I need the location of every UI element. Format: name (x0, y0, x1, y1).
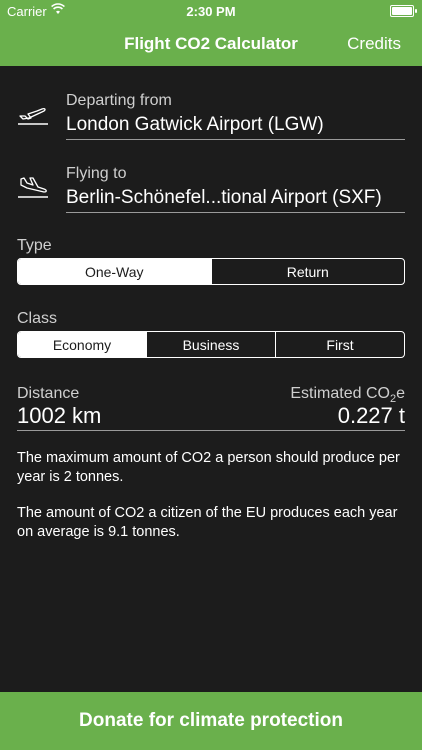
arrival-input[interactable]: Berlin-Schönefel...tional Airport (SXF) (66, 187, 405, 213)
plane-landing-icon (18, 177, 48, 198)
departure-input[interactable]: London Gatwick Airport (LGW) (66, 114, 405, 140)
type-option-one-way[interactable]: One-Way (18, 259, 211, 284)
plane-takeoff-icon (18, 108, 48, 125)
emissions-label-suffix: e (396, 385, 405, 402)
donate-button[interactable]: Donate for climate protection (0, 692, 422, 750)
class-option-economy[interactable]: Economy (18, 332, 146, 357)
credits-button[interactable]: Credits (347, 34, 401, 54)
type-label: Type (17, 237, 52, 254)
emissions-value: 0.227 t (337, 403, 405, 428)
type-option-return[interactable]: Return (210, 259, 405, 284)
departure-field[interactable]: Departing from London Gatwick Airport (L… (17, 92, 405, 140)
navigation-bar: Carrier 2:30 PM Flight CO2 Calculator Cr… (0, 0, 422, 66)
departure-label: Departing from (66, 92, 172, 109)
class-label: Class (17, 310, 58, 327)
class-segmented-control: Economy Business First (17, 331, 405, 358)
class-option-business[interactable]: Business (146, 332, 275, 357)
info-max-co2: The maximum amount of CO2 a person shoul… (17, 450, 400, 485)
distance-value: 1002 km (17, 403, 102, 428)
distance-label: Distance (17, 385, 80, 402)
status-bar: Carrier 2:30 PM (0, 0, 422, 22)
clock: 2:30 PM (186, 4, 236, 19)
type-segmented-control: One-Way Return (17, 258, 405, 285)
class-option-first[interactable]: First (275, 332, 404, 357)
arrival-field[interactable]: Flying to Berlin-Schönefel...tional Airp… (17, 165, 405, 213)
arrival-label: Flying to (66, 165, 127, 182)
info-eu-average: The amount of CO2 a citizen of the EU pr… (17, 505, 398, 540)
emissions-label-prefix: Estimated CO (290, 385, 390, 402)
metrics-divider (17, 430, 405, 431)
battery-fill (392, 7, 412, 15)
battery-icon (390, 5, 417, 17)
